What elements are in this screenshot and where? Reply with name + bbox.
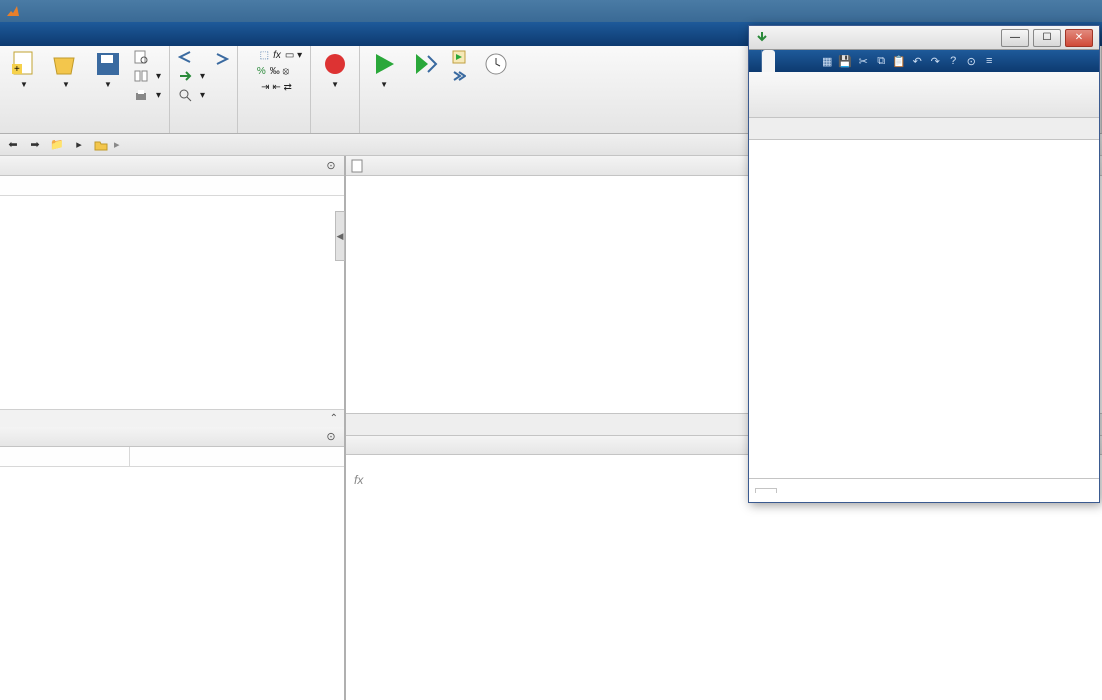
- open-button[interactable]: ▼: [46, 48, 86, 91]
- qat-redo-icon[interactable]: ↷: [926, 55, 944, 68]
- svg-text:+: +: [14, 64, 20, 75]
- print-button[interactable]: ▾: [130, 86, 165, 104]
- indent-button[interactable]: ⇥ ⇤ ⇄: [242, 80, 306, 95]
- toolstrip-file-group: +▼ ▼ ▼ ▾ ▾: [0, 46, 170, 133]
- save-button[interactable]: ▼: [88, 48, 128, 91]
- ws-col-name[interactable]: [0, 447, 130, 466]
- qat-dropdown-icon[interactable]: ⊙: [962, 55, 980, 68]
- advance-button[interactable]: [448, 67, 474, 85]
- close-button[interactable]: ✕: [1065, 29, 1093, 47]
- nav-forward-button[interactable]: [211, 50, 233, 68]
- current-folder-panel: [0, 176, 344, 409]
- insert-button[interactable]: ⬚ fx ▭ ▾: [242, 48, 306, 63]
- toolstrip-edit-group: ⬚ fx ▭ ▾ % ‰ ⦻ ⇥ ⇤ ⇄: [238, 46, 311, 133]
- panel-menu-icon[interactable]: ⊙: [324, 430, 338, 444]
- forward-icon[interactable]: ➡: [26, 136, 44, 154]
- current-folder-header: ⊙: [0, 156, 344, 176]
- panel-menu-icon[interactable]: ⊙: [324, 159, 338, 173]
- qat-minimize-ribbon-icon[interactable]: ≡: [980, 55, 998, 67]
- comment-button[interactable]: % ‰ ⦻: [242, 64, 306, 79]
- qat-new-icon[interactable]: ▦: [818, 55, 836, 68]
- sheet-tab[interactable]: [755, 488, 777, 493]
- run-button[interactable]: ▼: [364, 48, 404, 91]
- toolstrip-breakpoints-group: ▼: [311, 46, 360, 133]
- breakpoints-button[interactable]: ▼: [315, 48, 355, 91]
- import-tab-view[interactable]: [762, 50, 775, 72]
- find-button[interactable]: ▾: [174, 86, 209, 104]
- compare-button[interactable]: ▾: [130, 67, 165, 85]
- run-advance-button[interactable]: [406, 48, 446, 82]
- qat-help-icon[interactable]: ?: [944, 55, 962, 67]
- app-titlebar: [0, 0, 1102, 22]
- expand-detail-icon[interactable]: ⌃: [330, 413, 338, 424]
- matlab-icon: [6, 4, 20, 18]
- import-groups: [749, 72, 1099, 118]
- sheet-selector: [749, 478, 1099, 502]
- editor-file-icon: [350, 159, 364, 173]
- import-tab-ellipsis[interactable]: [749, 50, 762, 72]
- minimize-button[interactable]: —: [1001, 29, 1029, 47]
- folder-icon: [92, 136, 110, 154]
- ws-col-value[interactable]: [130, 447, 142, 466]
- fx-prompt-icon[interactable]: fx: [354, 473, 363, 487]
- find-files-button[interactable]: [130, 48, 165, 66]
- toolstrip-navigate-group: ▾ ▾: [170, 46, 238, 133]
- qat-copy-icon[interactable]: ⧉: [872, 55, 890, 68]
- run-section-button[interactable]: [448, 48, 474, 66]
- import-file-tabs: [749, 118, 1099, 140]
- new-button[interactable]: +▼: [4, 48, 44, 91]
- folder-column-header[interactable]: [0, 176, 344, 196]
- import-grid[interactable]: [749, 140, 1099, 478]
- add-column-button[interactable]: [753, 127, 761, 131]
- collapse-handle[interactable]: ◀: [335, 211, 345, 261]
- qat-cut-icon[interactable]: ✂: [854, 55, 872, 68]
- history-icon[interactable]: ▸: [70, 136, 88, 154]
- goto-button[interactable]: ▾: [174, 67, 209, 85]
- qat-undo-icon[interactable]: ↶: [908, 55, 926, 68]
- nav-back-button[interactable]: [174, 48, 209, 66]
- maximize-button[interactable]: ☐: [1033, 29, 1061, 47]
- workspace-columns: [0, 447, 344, 467]
- import-icon: [755, 31, 769, 45]
- import-window: — ☐ ✕ ▦ 💾 ✂ ⧉ 📋 ↶ ↷ ? ⊙ ≡: [748, 25, 1100, 503]
- import-ribbon: ▦ 💾 ✂ ⧉ 📋 ↶ ↷ ? ⊙ ≡: [749, 50, 1099, 72]
- workspace-header: ⊙: [0, 427, 344, 447]
- import-titlebar[interactable]: — ☐ ✕: [749, 26, 1099, 50]
- file-detail-bar: ⌃: [0, 409, 344, 427]
- qat-save-icon[interactable]: 💾: [836, 55, 854, 68]
- qat-paste-icon[interactable]: 📋: [890, 55, 908, 68]
- run-time-button[interactable]: [476, 48, 516, 82]
- back-icon[interactable]: ⬅: [4, 136, 22, 154]
- up-icon[interactable]: 📁: [48, 136, 66, 154]
